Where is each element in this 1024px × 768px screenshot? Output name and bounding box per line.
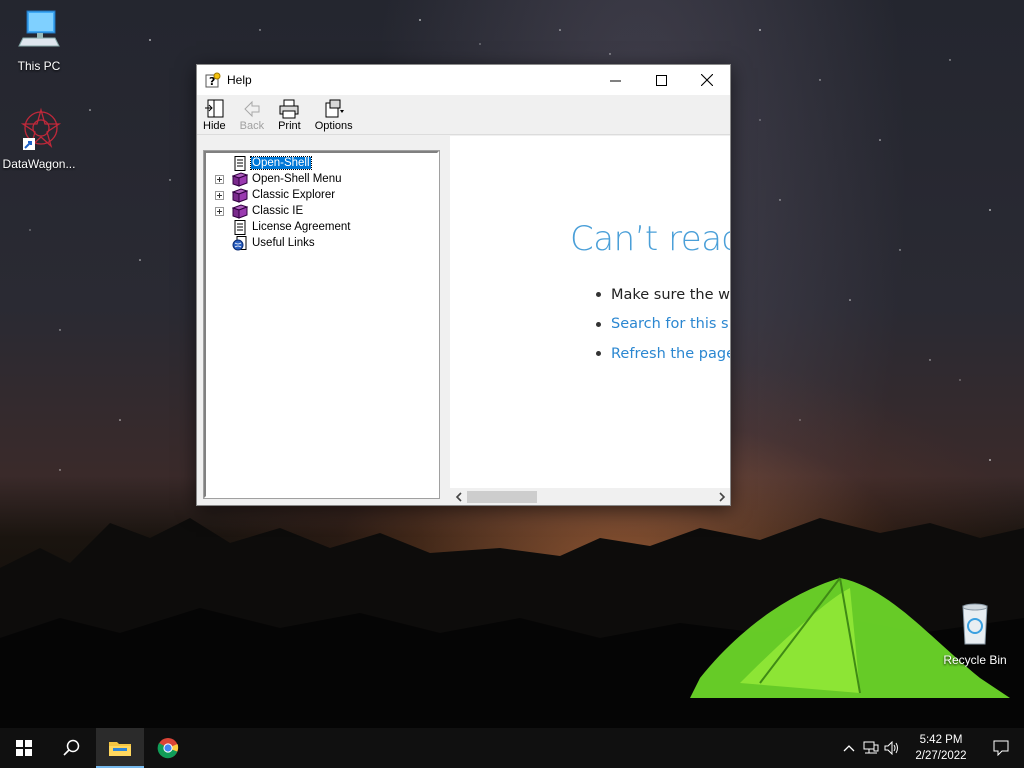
expand-plus-icon[interactable] bbox=[215, 190, 224, 200]
suggestion-text: Make sure the wel bbox=[611, 286, 730, 303]
page-icon bbox=[234, 155, 246, 171]
search-icon bbox=[63, 739, 80, 756]
tree-item-label: License Agreement bbox=[252, 221, 351, 233]
datawagon-logo-icon bbox=[20, 107, 62, 150]
taskbar: 5:42 PM 2/27/2022 bbox=[0, 728, 1024, 768]
desktop-icon-label: This PC bbox=[17, 59, 61, 73]
tree-item[interactable]: Open-Shell bbox=[206, 155, 437, 171]
print-button[interactable]: Print bbox=[278, 99, 301, 134]
file-explorer-taskbar-button[interactable] bbox=[96, 728, 144, 768]
close-button[interactable] bbox=[684, 65, 730, 95]
hide-label: Hide bbox=[203, 120, 226, 132]
back-button[interactable]: Back bbox=[240, 99, 264, 134]
options-label: Options bbox=[314, 120, 353, 132]
book-icon bbox=[232, 187, 248, 203]
hide-button[interactable]: Hide bbox=[203, 99, 226, 134]
options-button[interactable]: Options bbox=[315, 99, 353, 134]
page-icon bbox=[234, 219, 246, 235]
clock[interactable]: 5:42 PM 2/27/2022 bbox=[904, 732, 978, 764]
window-title: Help bbox=[227, 73, 252, 87]
refresh-page-link[interactable]: Refresh the page bbox=[611, 346, 730, 362]
search-site-link[interactable]: Search for this site bbox=[611, 316, 730, 332]
contents-tree-pane[interactable]: Open-Shell Open-Shell Menu Classic Explore… bbox=[203, 150, 440, 499]
bullet-dot bbox=[596, 321, 601, 327]
scroll-right-button[interactable] bbox=[713, 488, 730, 505]
tree-item-label: Classic IE bbox=[252, 205, 304, 217]
chrome-taskbar-button[interactable] bbox=[144, 728, 192, 768]
help-window: ? Help Hide Back Print Options Open-Shel… bbox=[196, 64, 731, 506]
desktop-icon-this-pc[interactable]: This PC bbox=[1, 8, 77, 73]
speaker-icon bbox=[884, 741, 898, 755]
minimize-icon bbox=[609, 80, 621, 81]
content-pane: Can’t reach Make sure the wel Search for… bbox=[450, 136, 730, 505]
tree-item[interactable]: Open-Shell Menu bbox=[206, 171, 437, 187]
scroll-thumb[interactable] bbox=[467, 491, 537, 503]
error-suggestions: Make sure the wel Search for this site R… bbox=[596, 280, 730, 369]
windows-logo-icon bbox=[16, 740, 32, 756]
desktop-icon-recycle-bin[interactable]: Recycle Bin bbox=[937, 602, 1013, 667]
volume-button[interactable] bbox=[882, 728, 904, 768]
clock-time: 5:42 PM bbox=[919, 734, 963, 746]
network-icon bbox=[863, 741, 879, 754]
chevron-up-icon bbox=[843, 745, 855, 752]
network-button[interactable] bbox=[860, 728, 882, 768]
back-arrow-icon bbox=[244, 100, 260, 118]
bullet-dot bbox=[596, 292, 601, 298]
search-button[interactable] bbox=[48, 728, 96, 768]
expand-plus-icon[interactable] bbox=[215, 206, 224, 216]
options-icon bbox=[325, 99, 344, 118]
file-explorer-icon bbox=[109, 742, 131, 756]
tree-item-label: Open-Shell bbox=[250, 156, 312, 170]
suggestion-item: Search for this site bbox=[596, 310, 730, 340]
tree-item[interactable]: License Agreement bbox=[206, 219, 437, 235]
contents-tree: Open-Shell Open-Shell Menu Classic Explore… bbox=[206, 153, 437, 251]
close-icon bbox=[701, 74, 713, 86]
maximize-button[interactable] bbox=[638, 65, 684, 95]
tree-item-label: Open-Shell Menu bbox=[252, 173, 342, 185]
recycle-bin-icon bbox=[962, 603, 988, 645]
toolbar: Hide Back Print Options bbox=[197, 95, 730, 135]
help-question-icon: ? bbox=[205, 72, 221, 88]
error-title: Can’t reach bbox=[570, 219, 730, 259]
show-hidden-icons-button[interactable] bbox=[838, 728, 860, 768]
hide-pane-icon bbox=[205, 99, 224, 118]
minimize-button[interactable] bbox=[592, 65, 638, 95]
help-body: Open-Shell Open-Shell Menu Classic Explore… bbox=[197, 136, 730, 505]
tree-item-label: Classic Explorer bbox=[252, 189, 336, 201]
title-bar[interactable]: ? Help bbox=[197, 65, 730, 95]
book-icon bbox=[232, 171, 248, 187]
chrome-icon bbox=[157, 738, 179, 759]
expand-plus-icon[interactable] bbox=[215, 174, 224, 184]
scroll-left-button[interactable] bbox=[450, 488, 467, 505]
system-tray: 5:42 PM 2/27/2022 bbox=[838, 728, 1024, 768]
web-page-icon bbox=[232, 235, 247, 250]
action-center-button[interactable] bbox=[978, 728, 1024, 768]
desktop-icon-datawagon[interactable]: DataWagon... bbox=[1, 106, 77, 171]
book-icon bbox=[232, 203, 248, 219]
suggestion-item: Make sure the wel bbox=[596, 280, 730, 310]
printer-icon bbox=[279, 99, 299, 119]
chevron-right-icon bbox=[718, 491, 725, 502]
desktop-icon-label: Recycle Bin bbox=[943, 653, 1007, 667]
tree-item-label: Useful Links bbox=[252, 237, 315, 249]
horizontal-scrollbar[interactable] bbox=[450, 488, 730, 505]
scroll-track[interactable] bbox=[467, 488, 713, 505]
chevron-left-icon bbox=[455, 491, 462, 502]
print-label: Print bbox=[278, 120, 301, 132]
tree-item[interactable]: Classic IE bbox=[206, 203, 437, 219]
suggestion-item: Refresh the page bbox=[596, 339, 730, 369]
back-label: Back bbox=[239, 120, 265, 132]
clock-date: 2/27/2022 bbox=[915, 750, 967, 762]
tree-item[interactable]: Classic Explorer bbox=[206, 187, 437, 203]
bullet-dot bbox=[596, 351, 601, 357]
desktop-icon-label: DataWagon... bbox=[2, 157, 76, 171]
start-button[interactable] bbox=[0, 728, 48, 768]
monitor-icon bbox=[18, 10, 60, 47]
notification-icon bbox=[993, 740, 1009, 756]
maximize-icon bbox=[655, 74, 667, 86]
tree-item[interactable]: Useful Links bbox=[206, 235, 437, 251]
